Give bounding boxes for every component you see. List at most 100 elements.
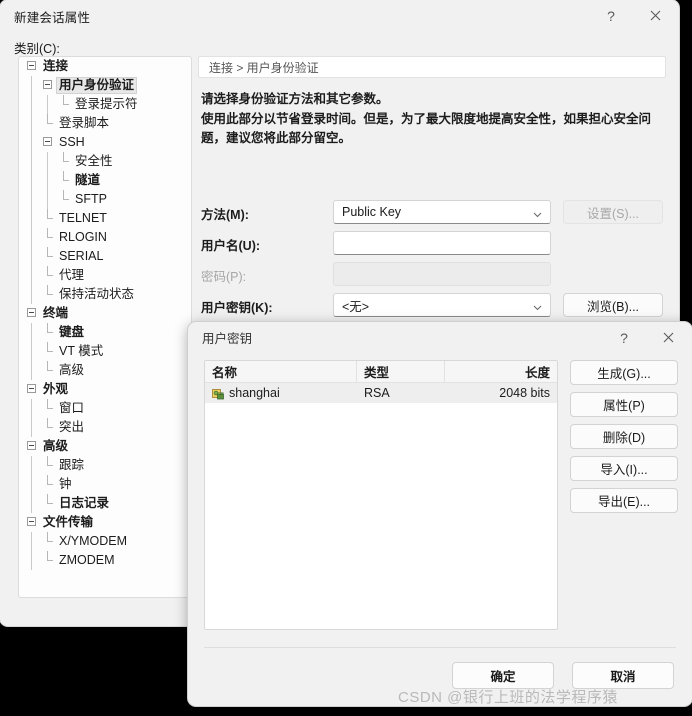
table-row[interactable]: shanghai RSA 2048 bits [205,383,557,403]
tree-item-label: 登录脚本 [59,116,110,130]
help-icon[interactable]: ? [604,322,644,353]
tree-item[interactable]: 登录脚本 [19,114,191,133]
parent-window-title: 新建会话属性 [14,11,91,25]
key-name: shanghai [229,386,280,400]
form-aux-button[interactable]: 浏览(B)... [563,293,663,317]
tree-item[interactable]: 钟 [19,475,191,494]
cancel-button[interactable]: 取消 [572,662,674,689]
tree-item[interactable]: 外观 [19,380,191,399]
form-label: 方法(M): [201,208,249,222]
description-line-1: 请选择身份验证方法和其它参数。 [201,92,389,106]
tree-item[interactable]: 登录提示符 [19,95,191,114]
tree-item[interactable]: VT 模式 [19,342,191,361]
tree-guide-line [31,133,32,152]
tree-item[interactable]: X/YMODEM [19,532,191,551]
tree-item[interactable]: 日志记录 [19,494,191,513]
form-select[interactable]: Public Key [333,200,551,224]
tree-item[interactable]: SFTP [19,190,191,209]
tree-item[interactable]: ZMODEM [19,551,191,570]
tree-branch-line [43,399,53,418]
tree-guide-line [31,475,32,494]
tree-item[interactable]: 文件传输 [19,513,191,532]
user-key-list[interactable]: 名称 类型 长度 shanghai RSA 2048 bits [204,360,558,630]
chevron-down-icon[interactable] [533,208,542,218]
category-tree[interactable]: 连接用户身份验证 登录提示符登录脚本 SSH 安全性隧道 SFTP TELNET RLOGI… [18,56,192,598]
tree-item[interactable]: 代理 [19,266,191,285]
tree-item[interactable]: 跟踪 [19,456,191,475]
column-header-name[interactable]: 名称 [205,361,357,382]
tree-collapse-toggle-icon[interactable] [43,137,52,146]
tree-collapse-toggle-icon[interactable] [27,61,36,70]
form-field-value: Public Key [342,205,402,219]
tree-item[interactable]: 高级 [19,361,191,380]
tree-item-label: 安全性 [75,154,113,168]
form-label: 用户密钥(K): [201,301,273,315]
tree-guide-line [31,247,32,266]
tree-guide-line [31,361,32,380]
form-input[interactable] [333,231,551,255]
tree-item-label: 文件传输 [43,515,94,529]
tree-item[interactable]: 终端 [19,304,191,323]
properties-button[interactable]: 属性(P) [570,392,678,417]
form-select[interactable]: <无> [333,293,551,317]
tree-item-label: 高级 [43,439,69,453]
help-icon[interactable]: ? [591,0,631,31]
tree-collapse-toggle-icon[interactable] [27,308,36,317]
tree-guide-line [47,190,48,209]
tree-item-label: X/YMODEM [59,534,128,548]
tree-item[interactable]: 窗口 [19,399,191,418]
tree-collapse-toggle-icon[interactable] [27,517,36,526]
tree-item[interactable]: 突出 [19,418,191,437]
tree-item[interactable]: SERIAL [19,247,191,266]
tree-collapse-toggle-icon[interactable] [27,441,36,450]
tree-guide-line [31,551,32,570]
tree-guide-line [31,95,32,114]
chevron-down-icon[interactable] [533,301,542,311]
tree-branch-line [43,494,53,513]
tree-guide-line [47,171,48,190]
cell-type: RSA [364,386,390,400]
tree-item-label: SSH [59,135,85,149]
tree-guide-line [31,266,32,285]
user-key-dialog: 用户密钥 ? 名称 类型 长度 shanghai RSA 2048 bits 生成(… [188,322,692,706]
ok-button[interactable]: 确定 [452,662,554,689]
tree-branch-line [43,475,53,494]
tree-collapse-toggle-icon[interactable] [27,384,36,393]
export-button[interactable]: 导出(E)... [570,488,678,513]
import-button[interactable]: 导入(I)... [570,456,678,481]
tree-branch-line [43,551,53,570]
tree-item[interactable]: RLOGIN [19,228,191,247]
tree-item-label: 用户身份验证 [56,77,138,94]
form-row: 方法(M): Public Key 设置(S)... [198,200,666,224]
tree-item[interactable]: 用户身份验证 [19,76,191,95]
close-icon[interactable] [648,322,688,353]
close-icon[interactable] [635,0,675,31]
generate-button[interactable]: 生成(G)... [570,360,678,385]
tree-item-label: SERIAL [59,249,104,263]
breadcrumb: 连接 > 用户身份验证 [198,56,666,78]
tree-item-label: 连接 [43,59,69,73]
tree-item-label: 终端 [43,306,69,320]
tree-item-label: 隧道 [75,173,101,187]
tree-item[interactable]: TELNET [19,209,191,228]
tree-item[interactable]: 高级 [19,437,191,456]
tree-collapse-toggle-icon[interactable] [43,80,52,89]
tree-item[interactable]: 保持活动状态 [19,285,191,304]
column-header-length[interactable]: 长度 [445,361,557,382]
tree-branch-line [43,247,53,266]
tree-guide-line [31,399,32,418]
tree-guide-line [31,456,32,475]
tree-guide-line [31,532,32,551]
tree-item-label: 跟踪 [59,458,85,472]
tree-item[interactable]: SSH [19,133,191,152]
delete-button[interactable]: 删除(D) [570,424,678,449]
tree-item-label: 保持活动状态 [59,287,135,301]
tree-item[interactable]: 连接 [19,57,191,76]
tree-item-label: 外观 [43,382,69,396]
tree-item[interactable]: 隧道 [19,171,191,190]
tree-item[interactable]: 安全性 [19,152,191,171]
form-row: 用户密钥(K): <无> 浏览(B)... [198,293,666,317]
cell-name: shanghai [205,383,357,403]
column-header-type[interactable]: 类型 [357,361,445,382]
tree-item[interactable]: 键盘 [19,323,191,342]
